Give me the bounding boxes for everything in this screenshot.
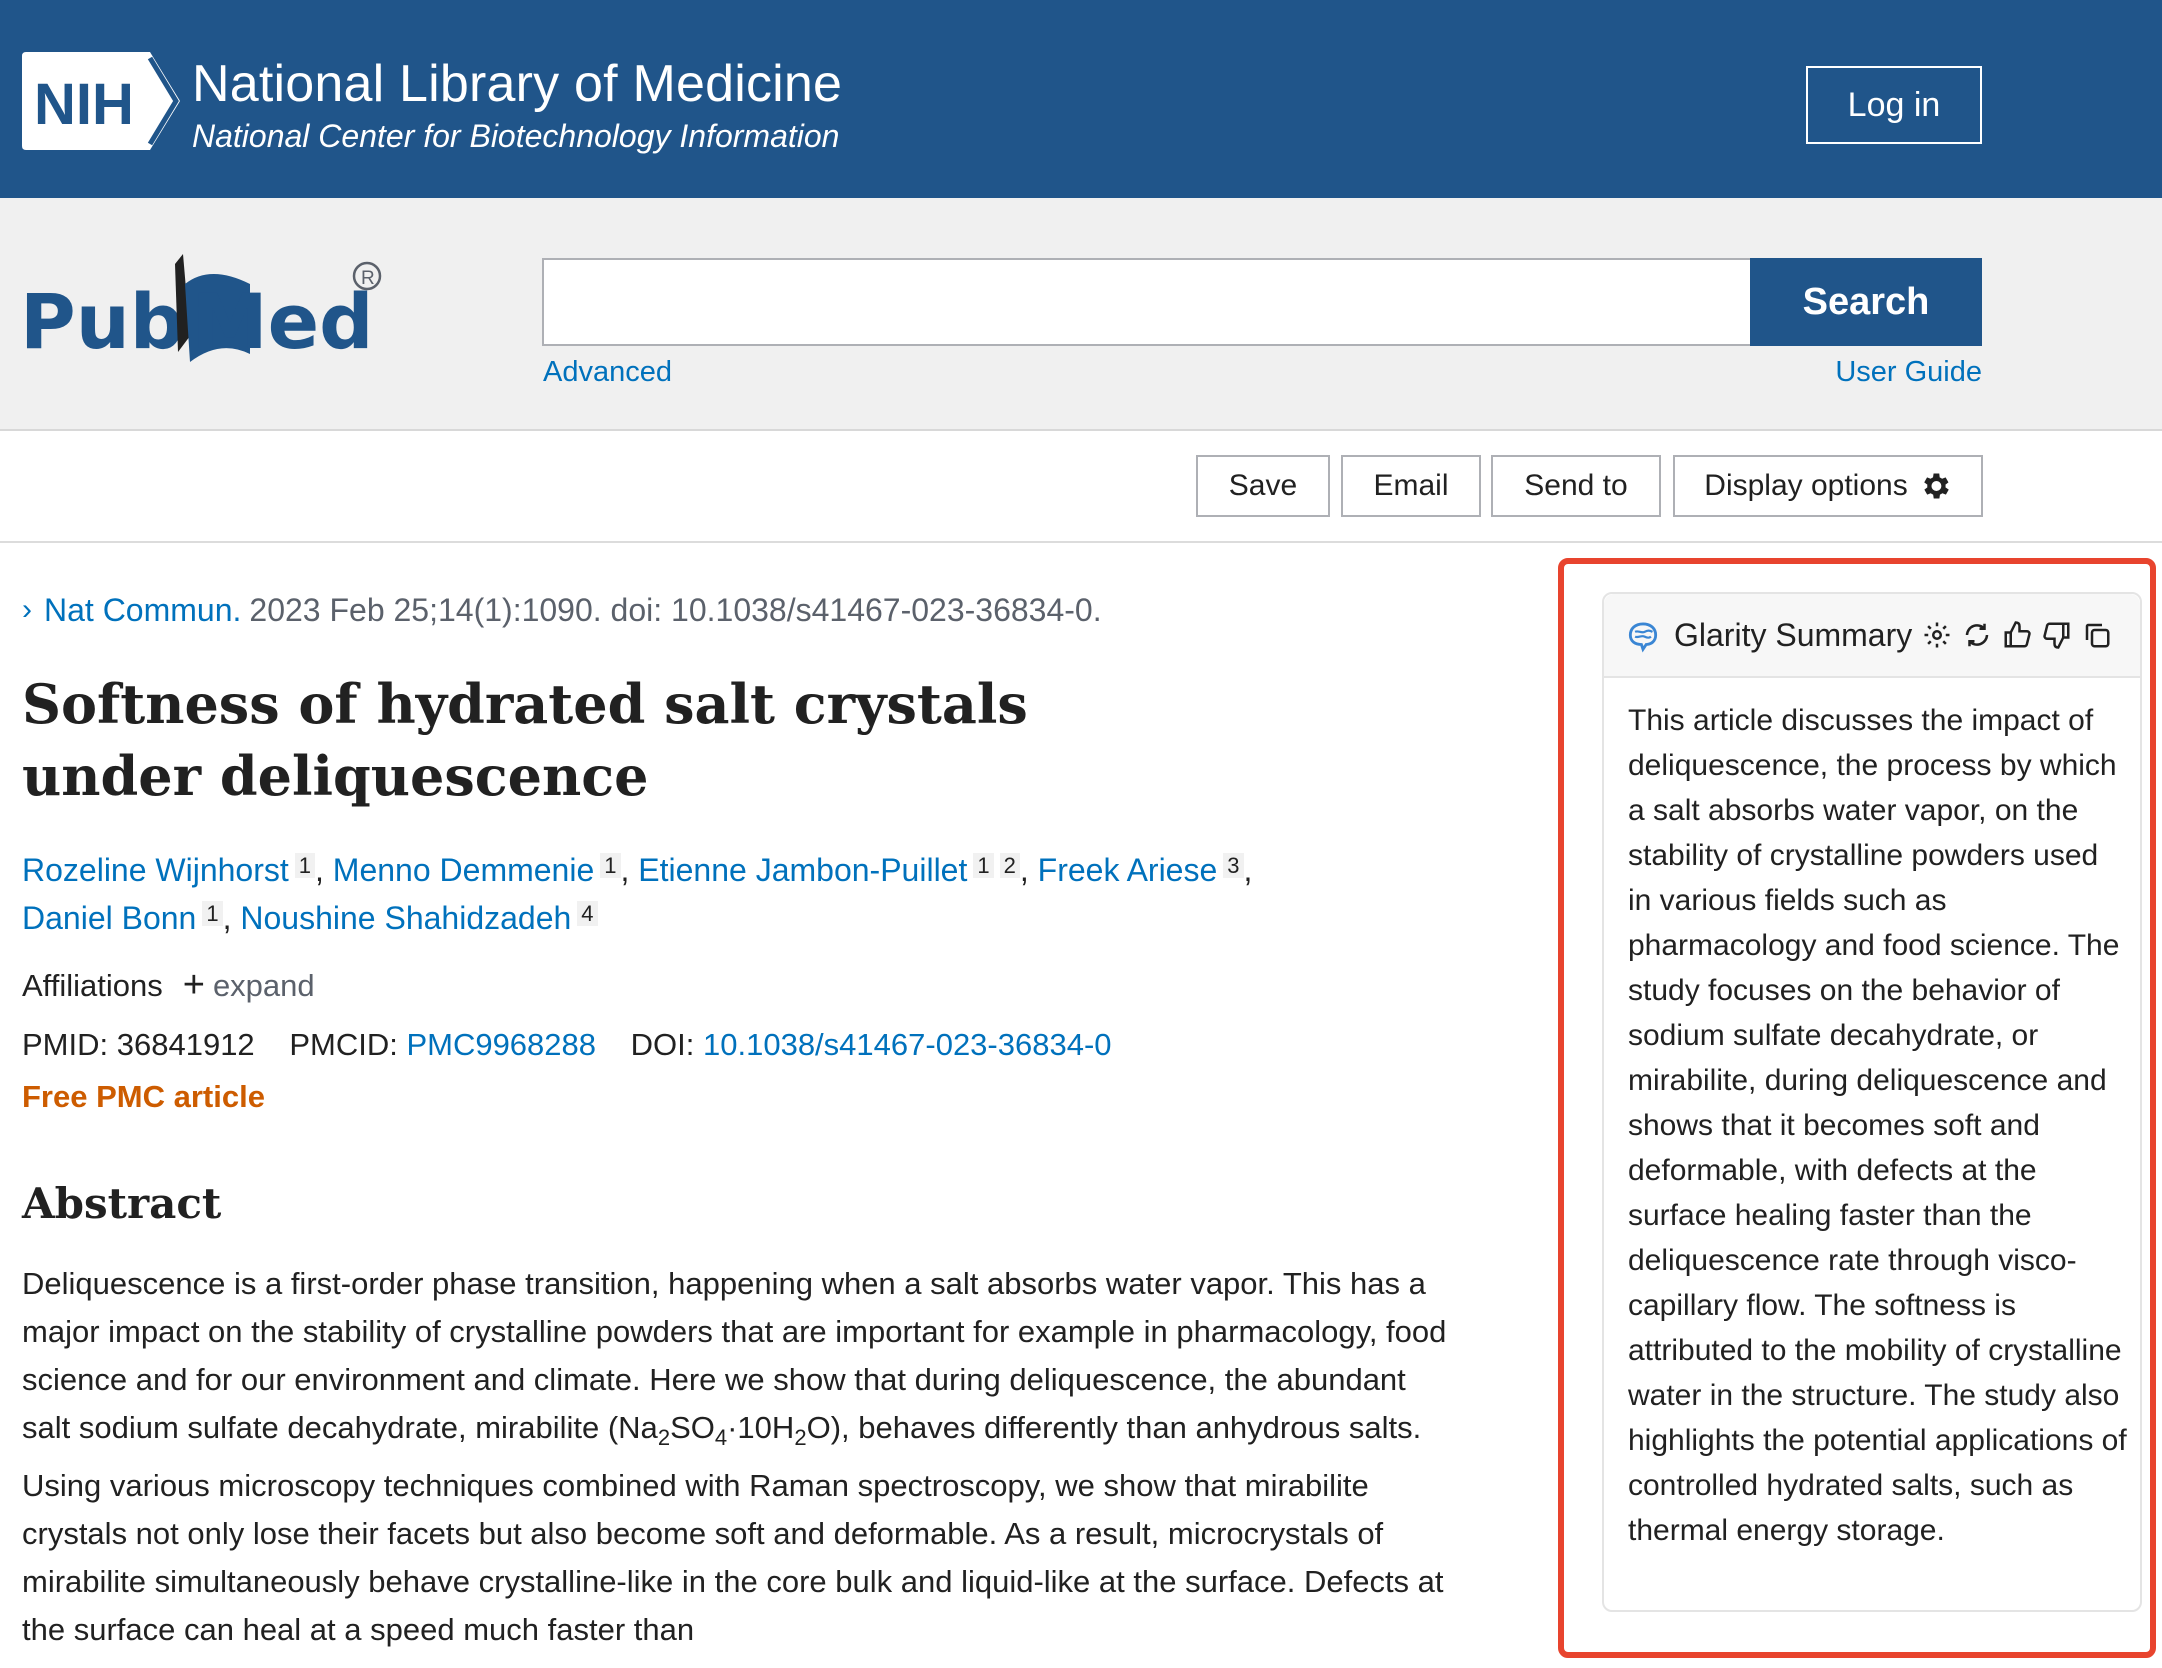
display-options-button[interactable]: Display options — [1673, 455, 1983, 517]
user-guide-link[interactable]: User Guide — [1835, 356, 1982, 389]
author-link[interactable]: Menno Demmenie — [333, 852, 594, 888]
search-button[interactable]: Search — [1750, 258, 1982, 346]
chevron-right-icon[interactable]: › — [22, 590, 32, 630]
chemical-formula: Na2SO4·10H2O — [618, 1410, 831, 1451]
svg-text:R: R — [361, 268, 375, 289]
abstract-part-2: ), behaves differently than anhydrous sa… — [22, 1410, 1444, 1648]
affiliation-marker[interactable]: 3 — [1223, 853, 1244, 878]
journal-link[interactable]: Nat Commun. — [44, 590, 241, 630]
advanced-search-link[interactable]: Advanced — [543, 356, 672, 389]
pubmed-logo[interactable]: Pub Med R — [20, 244, 390, 374]
affiliation-marker[interactable]: 4 — [577, 901, 598, 926]
thumbs-up-icon[interactable] — [2002, 620, 2032, 650]
affiliations-row: Affiliations + expand — [22, 964, 1462, 1007]
save-button[interactable]: Save — [1196, 455, 1330, 517]
identifiers-row: PMID: 36841912 PMCID: PMC9968288 DOI: 10… — [22, 1025, 1462, 1065]
author-link[interactable]: Noushine Shahidzadeh — [240, 900, 571, 936]
author-separator: , — [620, 852, 639, 888]
abstract-text: Deliquescence is a first-order phase tra… — [22, 1260, 1462, 1654]
nih-badge: NIH — [22, 52, 180, 150]
author-separator: , — [1019, 852, 1038, 888]
nih-badge-text: NIH — [34, 72, 134, 137]
citation-text: 2023 Feb 25;14(1):1090. doi: 10.1038/s41… — [249, 592, 1102, 628]
affiliation-marker[interactable]: 1 — [202, 901, 223, 926]
author-list: Rozeline Wijnhorst 1, Menno Demmenie 1, Et… — [22, 846, 1322, 942]
abstract-heading: Abstract — [22, 1179, 222, 1228]
expand-affiliations-button[interactable]: expand — [213, 968, 315, 1004]
glarity-header: Glarity Summary — [1604, 594, 2140, 678]
glarity-summary-panel: Glarity Summary This article discusses t… — [1602, 592, 2142, 1612]
doi-link[interactable]: 10.1038/s41467-023-36834-0 — [703, 1027, 1112, 1062]
pubmed-logo-text: Pub — [20, 277, 184, 366]
nih-titles: National Library of Medicine National Ce… — [192, 54, 842, 156]
affiliations-label: Affiliations — [22, 967, 163, 1003]
pmid-label: PMID: — [22, 1027, 109, 1062]
refresh-icon[interactable] — [1962, 620, 1992, 650]
affiliation-marker[interactable]: 1 — [294, 853, 316, 878]
article-main: › Nat Commun. 2023 Feb 25;14(1):1090. do… — [22, 590, 1462, 1654]
svg-text:Med: Med — [192, 277, 374, 366]
glarity-title: Glarity Summary — [1674, 616, 1913, 653]
author-separator: , — [1243, 852, 1253, 888]
nih-logo[interactable]: NIH — [22, 52, 180, 150]
glarity-summary-text: This article discusses the impact of del… — [1628, 704, 2127, 1547]
author-separator: , — [315, 852, 333, 888]
free-pmc-article-badge[interactable]: Free PMC article — [22, 1079, 1462, 1115]
author-link[interactable]: Daniel Bonn — [22, 900, 196, 936]
action-bar: Save Email Send to Display options — [0, 431, 2162, 543]
author-link[interactable]: Freek Ariese — [1038, 852, 1218, 888]
author-link[interactable]: Etienne Jambon-Puillet — [638, 852, 967, 888]
settings-icon[interactable] — [1922, 620, 1952, 650]
author-link[interactable]: Rozeline Wijnhorst — [22, 852, 289, 888]
glarity-brain-icon — [1628, 622, 1658, 653]
ncbi-subtitle: National Center for Biotechnology Inform… — [192, 118, 840, 154]
pmcid-label: PMCID: — [289, 1027, 398, 1062]
nih-header: NIH National Library of Medicine Nationa… — [0, 0, 2162, 198]
display-options-label: Display options — [1704, 469, 1908, 502]
nlm-title[interactable]: National Library of Medicine — [192, 54, 842, 114]
copy-icon[interactable] — [2082, 620, 2112, 650]
search-input[interactable] — [542, 258, 1752, 346]
citation-line: › Nat Commun. 2023 Feb 25;14(1):1090. do… — [22, 590, 1462, 630]
affiliation-marker[interactable]: 1 — [973, 853, 994, 878]
affiliation-marker[interactable]: 1 — [600, 853, 621, 878]
search-band: Pub Med R Search Advanced User Guide — [0, 198, 2162, 431]
article-title: Softness of hydrated salt crystals under… — [22, 672, 1028, 808]
author-separator: , — [222, 900, 241, 936]
gear-icon — [1923, 473, 1949, 499]
doi-label: DOI: — [630, 1027, 695, 1062]
pmid-value: 36841912 — [116, 1027, 255, 1062]
thumbs-down-icon[interactable] — [2042, 620, 2072, 650]
login-button[interactable]: Log in — [1806, 66, 1982, 144]
affiliation-marker[interactable]: 2 — [999, 853, 1020, 878]
send-to-button[interactable]: Send to — [1491, 455, 1661, 517]
pmcid-link[interactable]: PMC9968288 — [406, 1027, 596, 1062]
plus-icon[interactable]: + — [183, 964, 205, 1007]
email-button[interactable]: Email — [1341, 455, 1481, 517]
